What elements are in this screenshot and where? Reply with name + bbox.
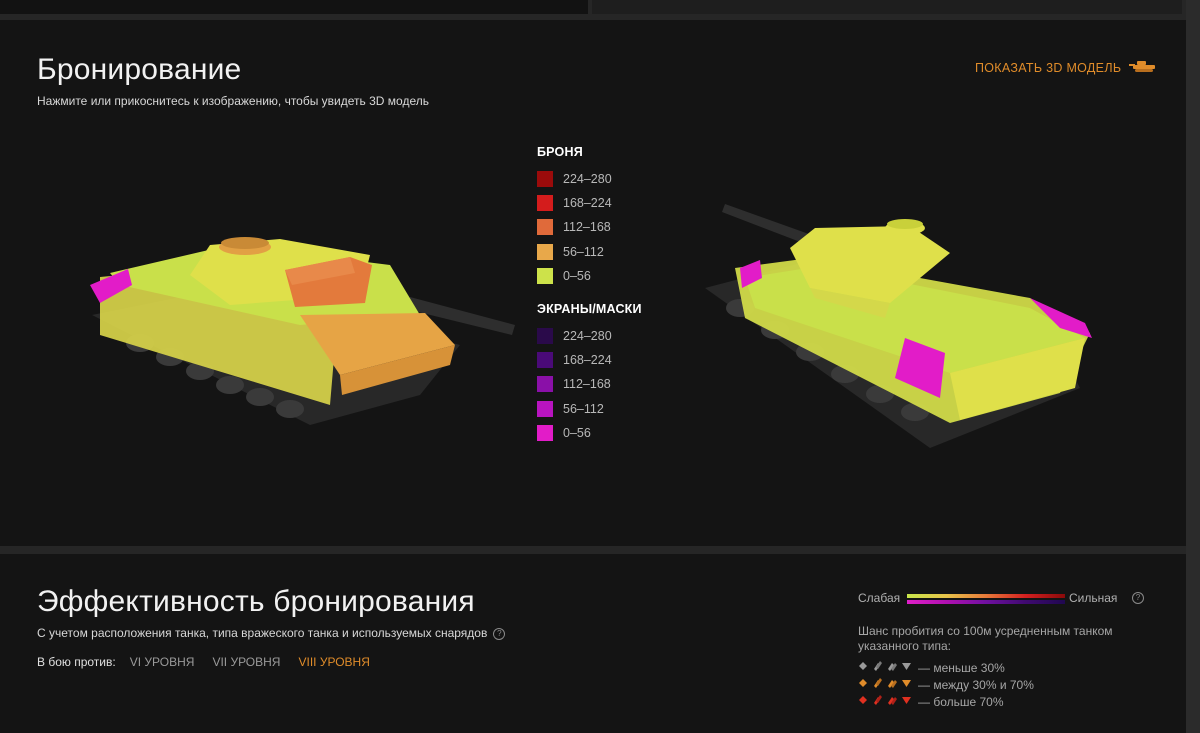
- scale-screens-gradient: [907, 600, 1065, 604]
- legend-label: 168–224: [563, 196, 612, 211]
- show-3d-model-button[interactable]: ПОКАЗАТЬ 3D МОДЕЛЬ: [975, 60, 1157, 75]
- armor-title: Бронирование: [37, 53, 242, 86]
- legend-label: 112–168: [563, 377, 611, 392]
- legend-screens-row: 224–280: [537, 324, 642, 348]
- legend-armor-row: 0–56: [537, 264, 642, 288]
- show-3d-label: ПОКАЗАТЬ 3D МОДЕЛЬ: [975, 60, 1122, 75]
- legend-swatch: [537, 376, 553, 393]
- chance-row-mid: — между 30% и 70%: [858, 677, 1034, 692]
- tier-selector: В бою против: VI УРОВНЯ VII УРОВНЯ VIII …: [37, 655, 370, 669]
- legend-swatch: [537, 243, 553, 260]
- legend-screens-row: 112–168: [537, 372, 642, 396]
- legend-label: 56–112: [563, 244, 604, 259]
- shell-icons-red: [858, 694, 914, 709]
- legend-label: 224–280: [563, 172, 612, 187]
- scrollbar[interactable]: [1186, 0, 1200, 733]
- legend-swatch: [537, 171, 553, 188]
- top-bar: [0, 0, 1200, 16]
- legend-armor-row: 224–280: [537, 167, 642, 191]
- legend-label: 0–56: [563, 425, 591, 440]
- legend-armor-row: 168–224: [537, 191, 642, 215]
- chance-row-high: — больше 70%: [858, 694, 1004, 709]
- effectiveness-subtitle: С учетом расположения танка, типа вражес…: [37, 626, 488, 640]
- legend-label: 112–168: [563, 220, 611, 235]
- legend-label: 0–56: [563, 268, 591, 283]
- scale-armor-gradient: [907, 594, 1065, 598]
- tank-icon: [1129, 60, 1157, 75]
- tier-vi-tab[interactable]: VI УРОВНЯ: [130, 655, 195, 669]
- legend-swatch: [537, 219, 553, 236]
- scale-help-icon[interactable]: ?: [1132, 592, 1144, 604]
- legend-swatch: [537, 400, 553, 417]
- legend-screens-title: ЭКРАНЫ/МАСКИ: [537, 301, 642, 316]
- help-icon[interactable]: ?: [493, 627, 506, 640]
- legend-label: 168–224: [563, 353, 612, 368]
- top-bar-left: [0, 0, 588, 14]
- legend-armor-row: 56–112: [537, 240, 642, 264]
- armor-subtitle: Нажмите или прикоснитесь к изображению, …: [37, 94, 429, 108]
- tier-viii-tab[interactable]: VIII УРОВНЯ: [298, 655, 369, 669]
- legend-label: 56–112: [563, 401, 604, 416]
- armor-legend: БРОНЯ 224–280 168–224 112–168 56–112 0–5…: [537, 145, 642, 445]
- chance-text: Шанс пробития со 100м усредненным танком…: [858, 624, 1113, 653]
- effectiveness-title: Эффективность бронирования: [37, 585, 475, 618]
- shell-icons-gray: [858, 660, 914, 675]
- scale-weak-label: Слабая: [858, 591, 901, 605]
- tier-vii-tab[interactable]: VII УРОВНЯ: [212, 655, 280, 669]
- chance-row-label: — больше 70%: [918, 694, 1004, 709]
- chance-row-low: — меньше 30%: [858, 660, 1005, 675]
- shell-icons-orange: [858, 677, 914, 692]
- chance-row-label: — меньше 30%: [918, 660, 1005, 675]
- legend-armor-row: 112–168: [537, 215, 642, 239]
- chance-row-label: — между 30% и 70%: [918, 677, 1034, 692]
- legend-swatch: [537, 328, 553, 345]
- battle-vs-label: В бою против:: [37, 655, 116, 669]
- tank-model-rear-view[interactable]: [80, 225, 520, 450]
- legend-screens-row: 0–56: [537, 421, 642, 445]
- top-bar-right: [592, 0, 1182, 14]
- legend-label: 224–280: [563, 329, 612, 344]
- legend-screens-row: 56–112: [537, 397, 642, 421]
- legend-swatch: [537, 267, 553, 284]
- scale-strong-label: Сильная: [1069, 591, 1118, 605]
- legend-armor-title: БРОНЯ: [537, 145, 583, 159]
- legend-swatch: [537, 195, 553, 212]
- legend-screens-row: 168–224: [537, 348, 642, 372]
- legend-swatch: [537, 352, 553, 369]
- legend-swatch: [537, 424, 553, 441]
- effectiveness-subtitle-wrap: С учетом расположения танка, типа вражес…: [37, 626, 506, 640]
- tank-model-front-view[interactable]: [700, 198, 1100, 458]
